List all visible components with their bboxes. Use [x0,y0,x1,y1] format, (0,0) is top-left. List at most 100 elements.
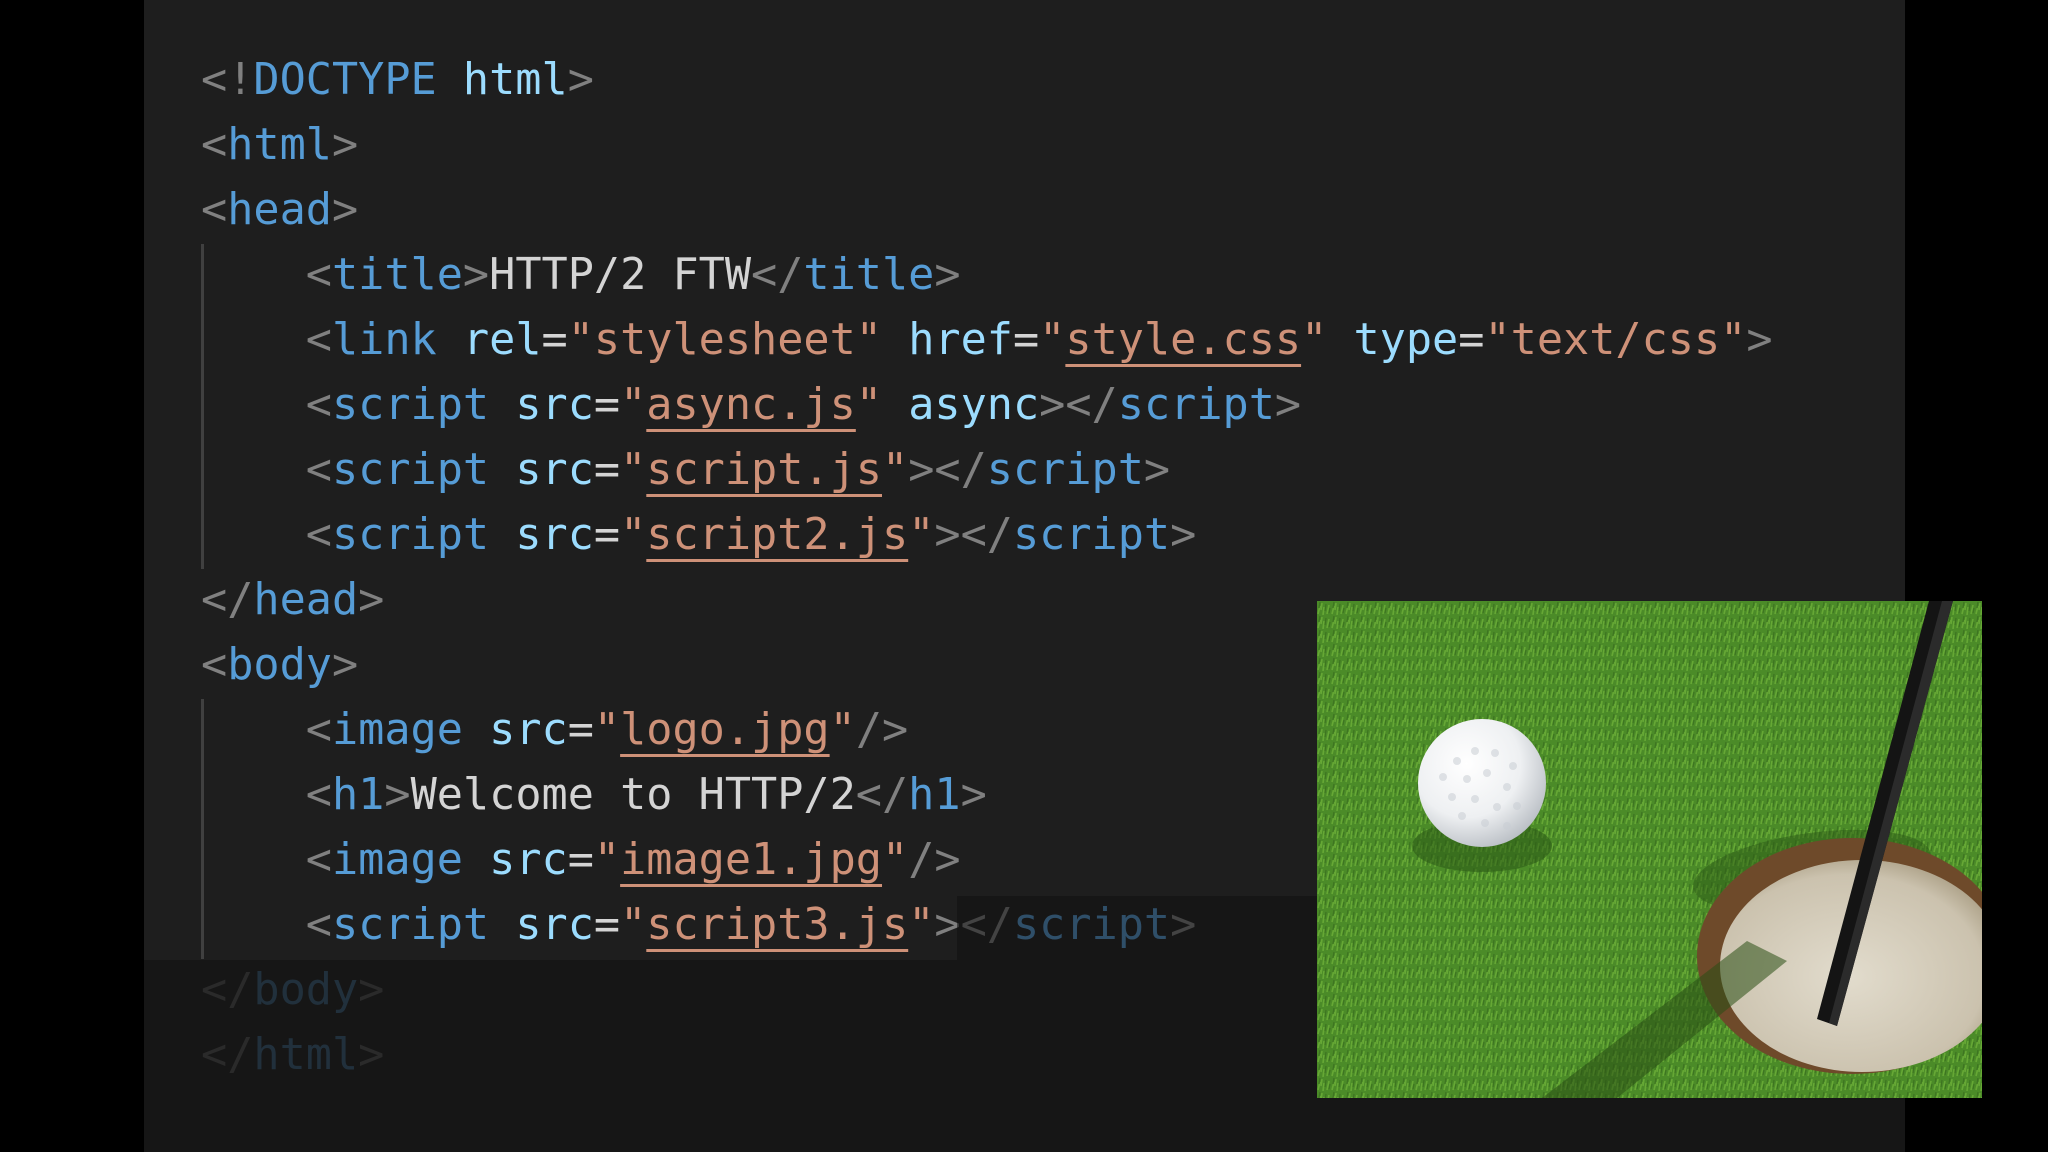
code-token: " [593,835,621,885]
code-token: < [305,250,332,300]
code-token: " [1039,315,1066,365]
code-token: < [305,380,332,430]
code-line[interactable]: <script src="async.js" async></script> [201,373,1773,438]
code-token: = [567,705,594,755]
code-token: src [515,900,594,950]
code-token: " [620,900,647,950]
code-token: < [305,510,332,560]
code-token: /> [908,835,961,885]
code-token: < [201,185,228,235]
code-line[interactable]: <script src="script.js"></script> [201,438,1773,503]
code-token: head [227,185,332,235]
code-token: href [908,315,1013,365]
code-token: ></ [908,445,987,495]
code-token: = [1458,315,1485,365]
code-token: < [201,120,228,170]
code-token: src [515,510,594,560]
code-token: script [331,445,490,495]
code-token: = [1012,315,1040,365]
code-token: ></ [1039,380,1118,430]
code-token: <! [201,55,254,105]
code-token: < [305,315,332,365]
code-token: rel [462,315,542,365]
code-token: </ [751,250,804,300]
code-token: script [1012,510,1171,560]
code-token: script.js [646,445,882,495]
code-token: title [803,250,935,300]
code-token: " [620,380,647,430]
code-token: script3.js [646,900,909,950]
code-token: > [567,55,594,105]
code-token: h1 [908,770,961,820]
code-token: = [567,835,594,885]
code-token: < [305,770,332,820]
code-token: = [593,900,621,950]
code-token: ></ [934,510,1013,560]
code-token: < [305,835,332,885]
code-token: async [908,380,1040,430]
code-token: h1 [331,770,385,820]
code-token: src [489,705,568,755]
code-token: </ [855,770,909,820]
code-token: > [1746,315,1773,365]
code-token: > [960,770,987,820]
code-line[interactable]: <script src="script2.js"></script> [201,503,1773,568]
code-token: html [462,55,568,105]
code-line[interactable]: <!DOCTYPE html> [201,48,1773,113]
code-line[interactable]: <head> [201,178,1773,243]
code-token: Welcome to HTTP/2 [410,770,856,820]
code-token: style.css [1065,315,1302,365]
code-line[interactable]: <title>HTTP/2 FTW</title> [201,243,1773,308]
code-token: < [305,445,332,495]
code-token: > [331,120,359,170]
code-token: DOCTYPE [253,55,437,105]
code-token: > [1170,510,1197,560]
code-token: src [515,380,594,430]
code-token: > [934,250,961,300]
code-token: html [227,120,332,170]
code-token: script [331,900,490,950]
code-line[interactable]: <html> [201,113,1773,178]
code-token: script2.js [646,510,909,560]
code-token: async.js [646,380,856,430]
code-token: src [515,445,594,495]
code-token: image [331,835,463,885]
code-token: > [1274,380,1302,430]
code-token: </ [201,575,254,625]
code-token: = [593,445,621,495]
code-token: title [331,250,463,300]
code-token: " [593,705,621,755]
code-token: = [593,510,621,560]
code-token: " [855,380,883,430]
code-token: script [1117,380,1275,430]
code-token: " [829,705,856,755]
code-token: image [331,705,463,755]
golf-ball-near-hole-photo [1317,601,1982,1098]
code-token: script [331,380,490,430]
code-line[interactable]: <link rel="stylesheet" href="style.css" … [201,308,1773,373]
code-token: > [462,250,490,300]
code-token: < [305,900,332,950]
code-token: link [331,315,437,365]
code-token: image1.jpg [620,835,883,885]
code-token: "text/css" [1484,315,1747,365]
code-token: HTTP/2 FTW [489,250,752,300]
code-token: src [489,835,568,885]
code-token: = [593,380,621,430]
code-token: " [882,445,909,495]
